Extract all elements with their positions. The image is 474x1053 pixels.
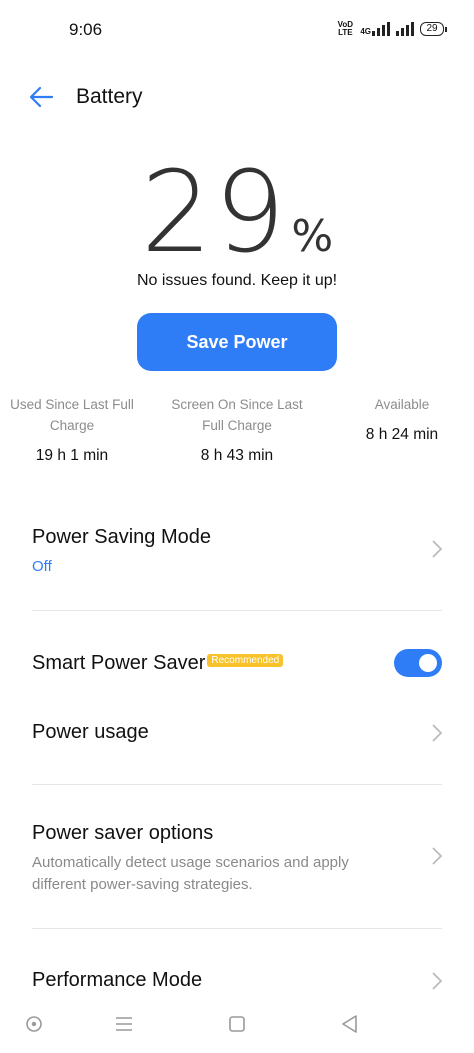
performance-mode-row[interactable]: Performance Mode (0, 956, 474, 1006)
status-time: 9:06 (69, 20, 103, 39)
stat-label: Screen On Since Last Full Charge (171, 397, 303, 433)
power-saver-options-title: Power saver options (32, 822, 214, 844)
stat-label: Available (374, 397, 430, 412)
power-saving-mode-row[interactable]: Power Saving Mode Off (0, 510, 474, 598)
back-button[interactable] (28, 84, 54, 110)
performance-mode-title: Performance Mode (32, 969, 203, 991)
save-power-button[interactable]: Save Power (137, 313, 337, 371)
battery-status-message: No issues found. Keep it up! (136, 272, 338, 289)
stat-screen-on: Screen On Since Last Full Charge 8 h 43 … (162, 394, 312, 465)
recommended-badge: Recommended (207, 654, 284, 668)
menu-icon[interactable] (112, 1012, 136, 1036)
stat-value: 8 h 24 min (365, 426, 439, 443)
battery-percentage: 29% (0, 148, 474, 278)
power-saving-mode-status: Off (32, 558, 52, 575)
stat-used-since-charge: Used Since Last Full Charge 19 h 1 min (0, 394, 147, 465)
page-title: Battery (76, 85, 143, 108)
battery-level-text: 29 (426, 23, 438, 34)
divider (32, 610, 442, 611)
toggle-knob (419, 654, 437, 672)
chevron-right-icon (432, 847, 443, 865)
stat-available: Available 8 h 24 min (327, 394, 474, 444)
stat-label: Used Since Last Full Charge (10, 397, 134, 433)
divider (32, 928, 442, 929)
chevron-right-icon (432, 540, 443, 558)
chevron-right-icon (432, 972, 443, 990)
square-icon[interactable] (225, 1012, 249, 1036)
chevron-right-icon (432, 724, 443, 742)
smart-power-saver-toggle[interactable] (394, 649, 442, 677)
circle-icon[interactable] (22, 1012, 46, 1036)
power-usage-title: Power usage (32, 721, 149, 743)
percent-sign: % (291, 211, 334, 262)
battery-icon: 29 (420, 22, 447, 36)
battery-percent-value: 29 (140, 148, 288, 278)
power-saver-options-description: Automatically detect usage scenarios and… (32, 854, 349, 893)
stat-value: 8 h 43 min (200, 447, 274, 464)
signal-icon (372, 22, 390, 36)
volte-icon: VoD LTE (337, 20, 354, 37)
network-type-label: 4G (360, 27, 371, 36)
power-saving-mode-title: Power Saving Mode (32, 526, 211, 548)
signal-icon-sim2 (396, 22, 414, 36)
stat-value: 19 h 1 min (35, 447, 109, 464)
smart-power-saver-row: Smart Power Saver Recommended (32, 652, 284, 675)
back-triangle-icon[interactable] (338, 1012, 362, 1036)
status-icons: VoD LTE 4G 29 (336, 20, 447, 37)
arrow-left-icon (29, 86, 54, 108)
smart-power-saver-title: Smart Power Saver (32, 652, 206, 674)
power-saver-options-row[interactable]: Power saver options Automatically detect… (0, 810, 474, 905)
power-usage-row[interactable]: Power usage (0, 708, 474, 760)
divider (32, 784, 442, 785)
